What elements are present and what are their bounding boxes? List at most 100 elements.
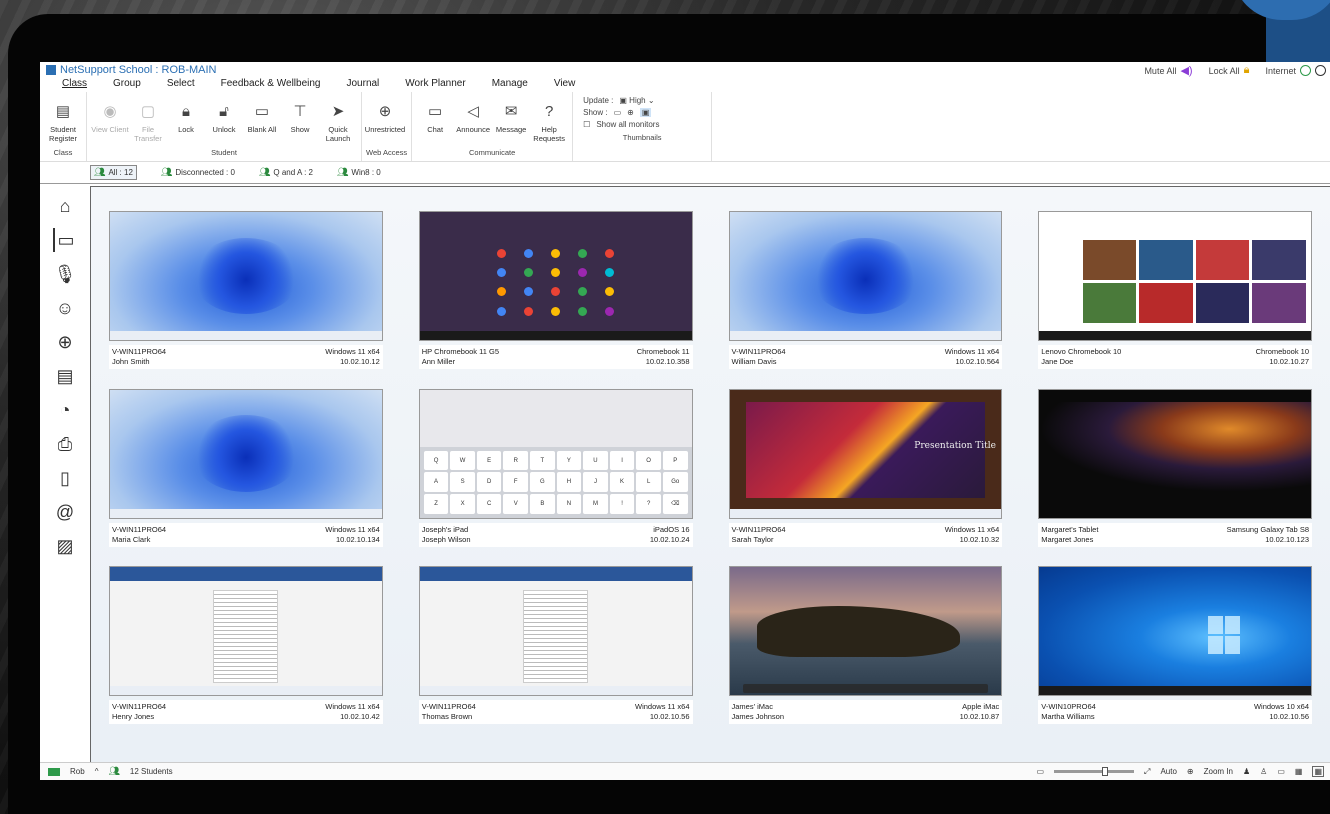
device-icon[interactable]: ▯ — [53, 466, 77, 490]
show-window-icon[interactable]: ▭ — [614, 108, 622, 117]
tab-win-[interactable]: 👥︎ Win8 : 0 — [337, 167, 381, 178]
student-screen-thumbnail[interactable] — [1038, 566, 1312, 697]
student-card[interactable]: V-WIN11PRO64 Windows 11 x64 Maria Clark 10.… — [109, 388, 383, 561]
auto-button[interactable]: Auto — [1160, 767, 1176, 776]
menu-view[interactable]: View — [554, 78, 576, 92]
student-screen-thumbnail[interactable] — [109, 388, 383, 519]
student-name: Joseph Wilson — [421, 534, 471, 544]
tab-all[interactable]: 👥︎ All : 12 — [90, 165, 137, 180]
quick-launch-button[interactable]: ➤ Quick Launch — [319, 92, 357, 148]
small-size-icon[interactable]: ▭ — [1036, 767, 1044, 776]
image-icon[interactable]: ▨ — [53, 534, 77, 558]
menu-feedback-wellbeing[interactable]: Feedback & Wellbeing — [221, 78, 321, 92]
student-card[interactable]: HP Chromebook 11 G5 Chromebook 11 Ann Mill… — [418, 211, 693, 383]
monitor-icon[interactable]: ▭ — [53, 228, 77, 252]
mute-all-button[interactable]: Mute All ◀) — [1144, 64, 1192, 77]
ip-address: 10.02.10.56 — [1269, 712, 1309, 722]
lock-all-button[interactable]: Lock All 🔒︎ — [1209, 64, 1250, 77]
chat-icon: ▭ — [428, 102, 443, 120]
thumbnail-size-slider[interactable] — [1054, 767, 1135, 776]
student-card[interactable]: V-WIN11PRO64 Windows 11 x64 Henry Jones 10.… — [109, 566, 383, 738]
group-people-icon: 👥︎ — [336, 167, 349, 177]
monitor-small-icon[interactable]: ▭ — [1277, 767, 1285, 776]
ribbon-button-label: Announce — [456, 125, 491, 134]
student-screen-thumbnail[interactable]: Presentation Title — [728, 388, 1003, 519]
student-screen-thumbnail[interactable] — [418, 211, 693, 341]
student-screen-thumbnail[interactable] — [1038, 388, 1312, 519]
students-count: 12 Students — [129, 767, 173, 776]
pie-chart-icon[interactable]: ◔ — [53, 398, 77, 422]
announce-button[interactable]: ◁ Announce — [454, 92, 492, 148]
student-screen-thumbnail[interactable] — [418, 566, 693, 697]
update-rate-select[interactable]: ▣ High ⌄ — [619, 96, 654, 105]
student-screen-thumbnail[interactable] — [728, 211, 1003, 341]
ribbon-button-label: Lock — [178, 125, 194, 134]
menu-select[interactable]: Select — [167, 78, 195, 92]
student-card[interactable]: Presentation Title V-WIN11PRO64 Windows 11… — [728, 388, 1003, 561]
globe-icon[interactable]: ⊕ — [53, 330, 77, 354]
grid-view-icon[interactable]: ▦ — [1295, 767, 1303, 776]
student-caption: Lenovo Chromebook 10 Chromebook 10 Jane Do… — [1038, 345, 1312, 369]
view-client-button[interactable]: ◉ View Client — [91, 92, 129, 148]
student-caption: V-WIN11PRO64 Windows 11 x64 Sarah Taylor 10… — [728, 522, 1003, 547]
printer-icon[interactable]: ⎙ — [53, 432, 77, 456]
group-tabs: 👥︎ All : 12 👥︎ Disconnected : 0 👥︎ Q and A : … — [40, 162, 1330, 184]
keyboard-key: P — [662, 451, 688, 471]
person-outline-icon[interactable]: ♙ — [1260, 767, 1267, 776]
student-card[interactable]: V-WIN11PRO64 Windows 11 x64 Thomas Brown 10… — [418, 566, 693, 738]
menu-manage[interactable]: Manage — [492, 78, 528, 92]
zoom-in-button[interactable]: Zoom In — [1204, 767, 1233, 776]
show-app-icon[interactable]: ▣ — [639, 108, 652, 117]
slider-handle[interactable] — [1102, 767, 1109, 776]
chevron-up-icon[interactable]: ^ — [95, 767, 99, 776]
student-screen-thumbnail[interactable]: Q W E R T Y U I O P A S D F G H J K L Go Z X C V B N M!? ⌫ — [418, 388, 693, 519]
student-card[interactable]: V-WIN11PRO64 Windows 11 x64 John Smith 10.0… — [109, 211, 383, 383]
student-card[interactable]: V-WIN11PRO64 Windows 11 x64 William Davis 1… — [728, 211, 1003, 383]
menu-work-planner[interactable]: Work Planner — [405, 78, 465, 92]
os-name: Windows 11 x64 — [635, 702, 690, 712]
chat-button[interactable]: ▭ Chat — [416, 92, 454, 148]
tab-disconnected[interactable]: 👥︎ Disconnected : 0 — [161, 167, 235, 178]
student-card[interactable]: V-WIN10PRO64 Windows 10 x64 Martha William… — [1038, 566, 1312, 738]
keyboard-key: J — [583, 472, 608, 492]
student-screen-thumbnail[interactable] — [109, 211, 383, 341]
message-button[interactable]: ✉ Message — [492, 92, 530, 148]
internet-button[interactable]: Internet — [1265, 65, 1326, 76]
student-screen-thumbnail[interactable] — [728, 566, 1003, 697]
student-caption: HP Chromebook 11 G5 Chromebook 11 Ann Mill… — [418, 345, 693, 369]
student-screen-thumbnail[interactable] — [109, 566, 383, 697]
home-icon[interactable]: ⌂ — [53, 194, 77, 218]
student-register-button[interactable]: ▤ Student Register — [44, 92, 82, 148]
student-card[interactable]: Lenovo Chromebook 10 Chromebook 10 Jane Do… — [1038, 211, 1312, 383]
at-icon[interactable]: @ — [53, 500, 77, 524]
unlock-button[interactable]: 🔓︎ Unlock — [205, 92, 243, 148]
microphone-icon[interactable]: 🎙︎ — [53, 262, 77, 286]
student-name: Martha Williams — [1041, 712, 1095, 722]
title-bar: NetSupport School : ROB-MAIN Mute All ◀) … — [40, 62, 1330, 78]
blank-all-button[interactable]: ▭ Blank All — [243, 92, 281, 148]
student-card[interactable]: James' iMac Apple iMac James Johnson 10.02.… — [728, 566, 1003, 738]
menu-class[interactable]: Class — [62, 78, 87, 92]
thumbnail-view-icon[interactable]: ▦ — [1312, 766, 1324, 777]
person-icon[interactable]: ♟ — [1243, 767, 1250, 776]
os-name: Chromebook 10 — [1255, 347, 1309, 356]
wellbeing-icon[interactable]: ☺ — [53, 296, 77, 320]
room-label[interactable]: Rob — [70, 767, 85, 776]
ip-address: 10.02.10.27 — [1269, 357, 1309, 366]
ribbon-group-label: Thumbnails — [622, 133, 662, 142]
student-card[interactable]: Q W E R T Y U I O P A S D F G H J K L Go Z X C V B N M!? ⌫ Joseph's … — [418, 388, 693, 561]
show-button[interactable]: ⊤ Show — [281, 92, 319, 148]
menu-journal[interactable]: Journal — [346, 78, 379, 92]
student-card[interactable]: Margaret's Tablet Samsung Galaxy Tab S8 Ma… — [1038, 388, 1312, 561]
menu-group[interactable]: Group — [113, 78, 141, 92]
window-icon[interactable]: ▤ — [53, 364, 77, 388]
lock-button[interactable]: 🔒︎ Lock — [167, 92, 205, 148]
tab-q-and-a[interactable]: 👥︎ Q and A : 2 — [259, 167, 313, 178]
show-globe-icon[interactable]: ⊕ — [627, 108, 634, 117]
expand-icon[interactable]: ⤢ — [1144, 767, 1150, 777]
help-requests-button[interactable]: ? Help Requests — [530, 92, 568, 148]
file-transfer-button[interactable]: ▢ File Transfer — [129, 92, 167, 148]
student-screen-thumbnail[interactable] — [1038, 211, 1312, 341]
show-all-monitors-checkbox[interactable]: ☐ — [583, 120, 590, 129]
unrestricted-button[interactable]: ⊕ Unrestricted — [365, 92, 405, 148]
